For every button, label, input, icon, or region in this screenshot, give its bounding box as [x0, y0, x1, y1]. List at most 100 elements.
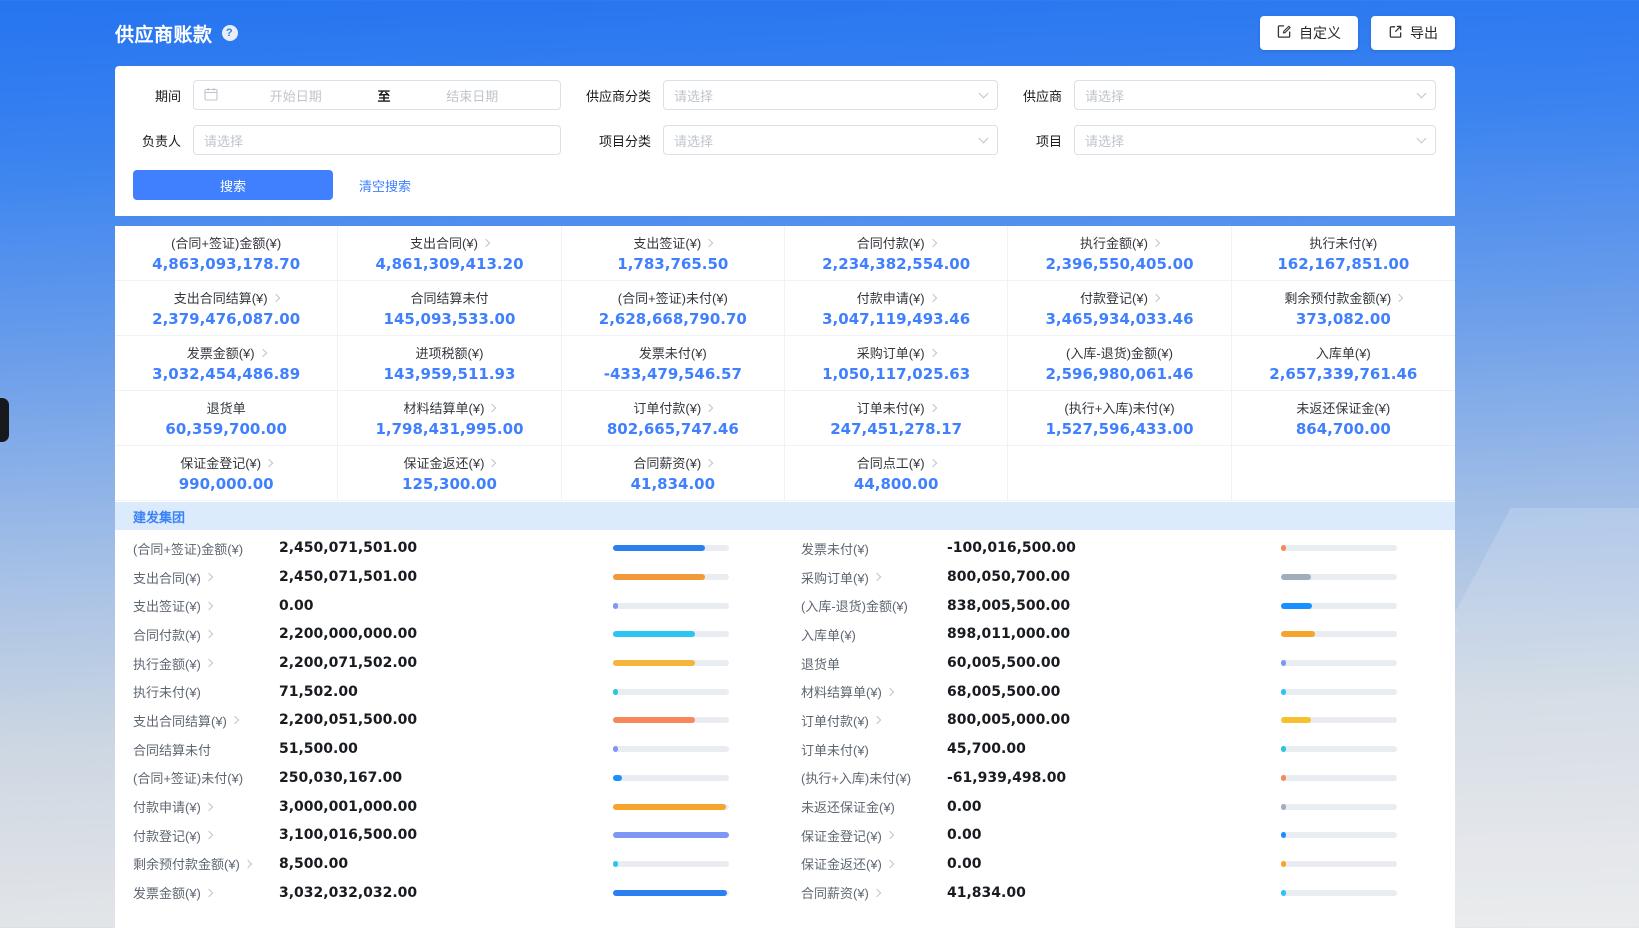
- end-date-input[interactable]: 结束日期: [395, 86, 551, 105]
- company-metric-row: 支出合同结算(¥)2,200,051,500.00: [133, 706, 729, 735]
- chevron-right-icon[interactable]: [886, 831, 894, 839]
- summary-cell[interactable]: 付款申请(¥)3,047,119,493.46: [785, 281, 1008, 336]
- chevron-right-icon[interactable]: [205, 888, 213, 896]
- chevron-right-icon[interactable]: [205, 802, 213, 810]
- clear-search-link[interactable]: 清空搜索: [359, 176, 411, 195]
- company-metric-row: 合同薪资(¥)41,834.00: [801, 878, 1397, 907]
- summary-cell[interactable]: 合同薪资(¥)41,834.00: [562, 446, 785, 501]
- chevron-right-icon[interactable]: [873, 888, 881, 896]
- chevron-right-icon[interactable]: [205, 601, 213, 609]
- progress-bar-fill: [613, 890, 727, 896]
- summary-cell[interactable]: 剩余预付款金额(¥)373,082.00: [1232, 281, 1455, 336]
- metric-label-text: 付款申请(¥): [133, 797, 201, 816]
- summary-cell[interactable]: 合同点工(¥)44,800.00: [785, 446, 1008, 501]
- owner-select[interactable]: 请选择: [193, 125, 561, 155]
- chevron-right-icon[interactable]: [886, 860, 894, 868]
- chevron-right-icon[interactable]: [488, 403, 496, 411]
- metric-label[interactable]: 保证金登记(¥): [801, 826, 947, 845]
- progress-bar-fill: [613, 631, 695, 637]
- chevron-right-icon[interactable]: [928, 293, 936, 301]
- side-drawer-handle[interactable]: [0, 398, 9, 442]
- metric-value: -433,479,546.57: [604, 365, 742, 383]
- chevron-right-icon[interactable]: [1152, 293, 1160, 301]
- company-metric-row: 发票金额(¥)3,032,032,032.00: [133, 878, 729, 907]
- chevron-right-icon[interactable]: [928, 458, 936, 466]
- supplier-label: 供应商: [998, 86, 1062, 105]
- chevron-right-icon[interactable]: [205, 630, 213, 638]
- summary-cell[interactable]: 付款登记(¥)3,465,934,033.46: [1008, 281, 1231, 336]
- metric-value: 2,379,476,087.00: [152, 310, 300, 328]
- metric-value: 2,200,071,502.00: [279, 655, 613, 671]
- metric-label[interactable]: 执行金额(¥): [133, 654, 279, 673]
- chevron-right-icon[interactable]: [1152, 238, 1160, 246]
- summary-cell[interactable]: 保证金登记(¥)990,000.00: [115, 446, 338, 501]
- metric-label[interactable]: 付款登记(¥): [133, 826, 279, 845]
- summary-cell: (合同+签证)未付(¥)2,628,668,790.70: [562, 281, 785, 336]
- chevron-right-icon[interactable]: [488, 458, 496, 466]
- date-range-picker[interactable]: 开始日期 至 结束日期: [193, 80, 561, 110]
- chevron-right-icon[interactable]: [271, 293, 279, 301]
- calendar-icon: [204, 87, 218, 104]
- company-name-link[interactable]: 建发集团: [133, 507, 185, 526]
- summary-cell[interactable]: 保证金返还(¥)125,300.00: [338, 446, 561, 501]
- metric-label[interactable]: 合同付款(¥): [133, 625, 279, 644]
- metric-label[interactable]: 保证金返还(¥): [801, 854, 947, 873]
- summary-cell[interactable]: 执行金额(¥)2,396,550,405.00: [1008, 226, 1231, 281]
- chevron-right-icon[interactable]: [244, 860, 252, 868]
- chevron-right-icon[interactable]: [886, 688, 894, 696]
- metric-label[interactable]: 支出合同结算(¥): [133, 711, 279, 730]
- metric-label[interactable]: 材料结算单(¥): [801, 682, 947, 701]
- metric-label: (合同+签证)金额(¥): [133, 539, 279, 558]
- metric-value: 2,200,000,000.00: [279, 626, 613, 642]
- chevron-right-icon[interactable]: [705, 403, 713, 411]
- summary-cell: 发票未付(¥)-433,479,546.57: [562, 336, 785, 391]
- chevron-right-icon[interactable]: [205, 659, 213, 667]
- company-metric-row: (入库-退货)金额(¥)838,005,500.00: [801, 591, 1397, 620]
- export-button[interactable]: 导出: [1371, 16, 1455, 50]
- summary-cell[interactable]: 支出合同结算(¥)2,379,476,087.00: [115, 281, 338, 336]
- chevron-right-icon[interactable]: [265, 458, 273, 466]
- project-category-select[interactable]: 请选择: [663, 125, 998, 155]
- project-select[interactable]: 请选择: [1074, 125, 1436, 155]
- metric-label[interactable]: 支出合同(¥): [133, 568, 279, 587]
- metric-label-text: 保证金返还(¥): [801, 854, 882, 873]
- chevron-right-icon[interactable]: [205, 831, 213, 839]
- customize-button[interactable]: 自定义: [1260, 16, 1358, 50]
- summary-cell[interactable]: 采购订单(¥)1,050,117,025.63: [785, 336, 1008, 391]
- summary-cell[interactable]: 合同付款(¥)2,234,382,554.00: [785, 226, 1008, 281]
- supplier-select[interactable]: 请选择: [1074, 80, 1436, 110]
- summary-cell[interactable]: 发票金额(¥)3,032,454,486.89: [115, 336, 338, 391]
- chevron-right-icon[interactable]: [205, 573, 213, 581]
- chevron-right-icon[interactable]: [482, 238, 490, 246]
- chevron-right-icon[interactable]: [231, 716, 239, 724]
- progress-bar-track: [1281, 832, 1397, 838]
- chevron-right-icon[interactable]: [928, 403, 936, 411]
- metric-value: 2,234,382,554.00: [822, 255, 970, 273]
- summary-cell-empty: [1232, 446, 1455, 501]
- metric-label[interactable]: 付款申请(¥): [133, 797, 279, 816]
- chevron-right-icon[interactable]: [705, 458, 713, 466]
- help-icon[interactable]: ?: [222, 25, 238, 41]
- metric-label[interactable]: 订单付款(¥): [801, 711, 947, 730]
- chevron-right-icon[interactable]: [928, 348, 936, 356]
- chevron-right-icon[interactable]: [873, 573, 881, 581]
- summary-cell[interactable]: 订单付款(¥)802,665,747.46: [562, 391, 785, 446]
- summary-cell[interactable]: 材料结算单(¥)1,798,431,995.00: [338, 391, 561, 446]
- chevron-right-icon[interactable]: [928, 238, 936, 246]
- chevron-right-icon[interactable]: [258, 348, 266, 356]
- start-date-input[interactable]: 开始日期: [218, 86, 374, 105]
- metric-label[interactable]: 采购订单(¥): [801, 568, 947, 587]
- metric-label[interactable]: 发票金额(¥): [133, 883, 279, 902]
- metric-label[interactable]: 剩余预付款金额(¥): [133, 854, 279, 873]
- chevron-right-icon[interactable]: [1395, 293, 1403, 301]
- summary-cell[interactable]: 订单未付(¥)247,451,278.17: [785, 391, 1008, 446]
- metric-label[interactable]: 合同薪资(¥): [801, 883, 947, 902]
- metric-label: 支出合同(¥): [410, 233, 478, 252]
- chevron-right-icon[interactable]: [705, 238, 713, 246]
- metric-label[interactable]: 支出签证(¥): [133, 596, 279, 615]
- summary-cell[interactable]: 支出签证(¥)1,783,765.50: [562, 226, 785, 281]
- summary-cell[interactable]: 支出合同(¥)4,861,309,413.20: [338, 226, 561, 281]
- search-button[interactable]: 搜索: [133, 170, 333, 200]
- supplier-category-select[interactable]: 请选择: [663, 80, 998, 110]
- chevron-right-icon[interactable]: [873, 716, 881, 724]
